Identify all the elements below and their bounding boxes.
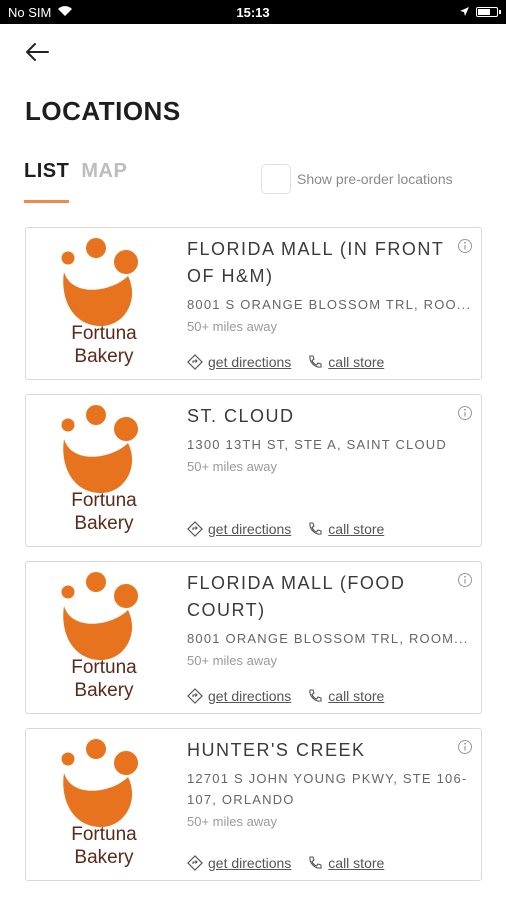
svg-text:Bakery: Bakery (74, 680, 134, 700)
store-name: FLORIDA MALL (FOOD COURT) (187, 573, 406, 620)
store-address: 8001 S ORANGE BLOSSOM TRL, ROO... (187, 297, 472, 312)
svg-text:Bakery: Bakery (74, 513, 134, 533)
call-store-link[interactable]: call store (307, 688, 384, 704)
page-title: LOCATIONS (25, 96, 181, 126)
store-name: ST. CLOUD (187, 406, 295, 426)
preorder-label: Show pre-order locations (297, 171, 453, 187)
store-name: FLORIDA MALL (IN FRONT OF H&M) (187, 239, 445, 286)
store-distance: 50+ miles away (187, 319, 277, 334)
fortuna-bakery-logo: Fortuna Bakery (61, 739, 138, 867)
svg-text:Fortuna: Fortuna (71, 323, 137, 344)
directions-icon (187, 354, 203, 370)
store-address: 8001 ORANGE BLOSSOM TRL, ROOM... (187, 631, 469, 646)
back-button[interactable] (22, 38, 52, 66)
store-address: 1300 13TH ST, STE A, SAINT CLOUD (187, 437, 447, 452)
location-card[interactable]: Fortuna Bakery HUNTER'S CREEK 12701 S JO… (25, 728, 482, 881)
preorder-checkbox[interactable] (261, 164, 291, 194)
store-name: HUNTER'S CREEK (187, 740, 366, 760)
get-directions-link[interactable]: get directions (187, 354, 291, 370)
preorder-toggle[interactable]: Show pre-order locations (261, 164, 453, 194)
directions-icon (187, 855, 203, 871)
store-distance: 50+ miles away (187, 814, 277, 829)
location-card[interactable]: Fortuna Bakery FLORIDA MALL (FOOD COURT)… (25, 561, 482, 714)
phone-icon (309, 522, 322, 535)
svg-text:Fortuna: Fortuna (71, 657, 137, 678)
svg-text:Bakery: Bakery (74, 346, 134, 366)
carrier-label: No SIM (8, 4, 52, 20)
fortuna-bakery-logo: Fortuna Bakery (61, 238, 138, 366)
info-icon[interactable] (457, 739, 473, 755)
call-store-link[interactable]: call store (307, 354, 384, 370)
view-tabs: LIST MAP (24, 160, 127, 203)
store-distance: 50+ miles away (187, 459, 277, 474)
call-store-link[interactable]: call store (307, 855, 384, 871)
get-directions-link[interactable]: get directions (187, 855, 291, 871)
svg-text:Bakery: Bakery (74, 847, 134, 867)
location-card[interactable]: Fortuna Bakery FLORIDA MALL (IN FRONT OF… (25, 227, 482, 380)
battery-icon (476, 7, 501, 17)
store-distance: 50+ miles away (187, 653, 277, 668)
phone-icon (309, 355, 322, 368)
get-directions-link[interactable]: get directions (187, 521, 291, 537)
wifi-icon (57, 5, 73, 20)
info-icon[interactable] (457, 405, 473, 421)
phone-icon (309, 689, 322, 702)
fortuna-bakery-logo: Fortuna Bakery (61, 572, 138, 700)
directions-icon (187, 521, 203, 537)
phone-icon (309, 856, 322, 869)
directions-icon (187, 688, 203, 704)
svg-text:Fortuna: Fortuna (71, 824, 137, 845)
location-list: Fortuna Bakery FLORIDA MALL (IN FRONT OF… (25, 227, 482, 895)
get-directions-link[interactable]: get directions (187, 688, 291, 704)
tab-list[interactable]: LIST (24, 160, 70, 203)
location-arrow-icon (459, 5, 470, 20)
call-store-link[interactable]: call store (307, 521, 384, 537)
info-icon[interactable] (457, 238, 473, 254)
store-address: 12701 S JOHN YOUNG PKWY, STE 106-107, OR… (187, 771, 468, 807)
svg-text:Fortuna: Fortuna (71, 490, 137, 511)
info-icon[interactable] (457, 572, 473, 588)
status-bar: No SIM 15:13 (0, 0, 506, 24)
fortuna-bakery-logo: Fortuna Bakery (61, 405, 138, 533)
location-card[interactable]: Fortuna Bakery ST. CLOUD 1300 13TH ST, S… (25, 394, 482, 547)
tab-map[interactable]: MAP (81, 160, 127, 203)
arrow-left-icon (26, 43, 49, 61)
